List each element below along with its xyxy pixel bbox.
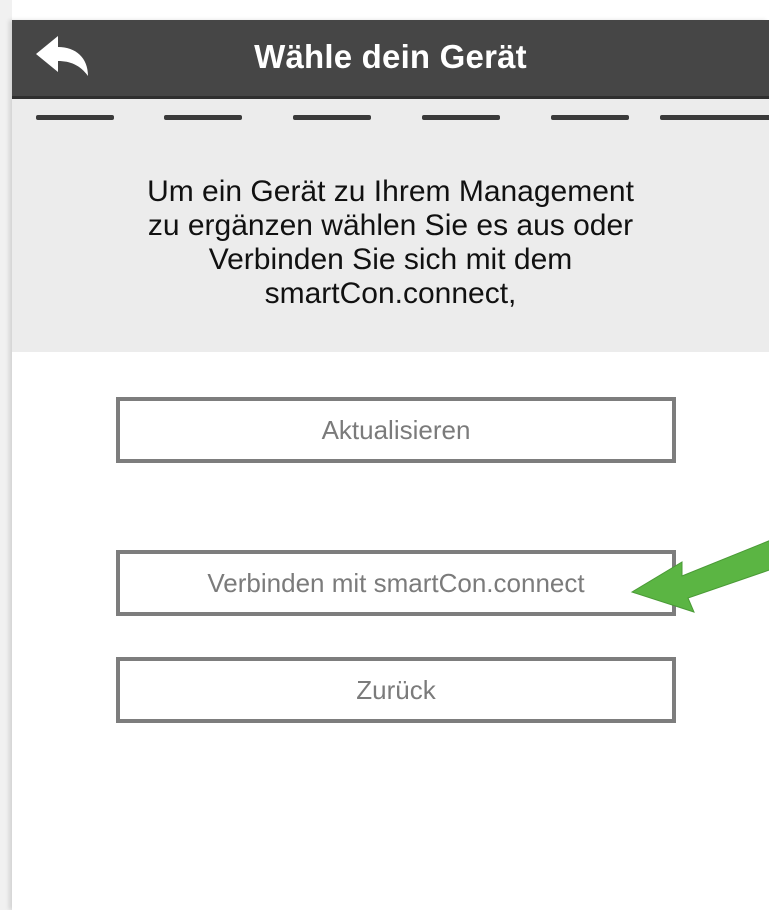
progress-step-5 <box>551 115 629 120</box>
back-text-button[interactable]: Zurück <box>116 657 676 723</box>
page-title: Wähle dein Gerät <box>254 38 527 75</box>
screen: Wähle dein Gerät Um ein Gerät zu Ihrem M… <box>0 0 769 910</box>
instruction-line: smartCon.connect, <box>264 277 517 310</box>
background-edge <box>0 0 12 910</box>
green-pointer-arrow-icon <box>630 540 769 613</box>
progress-step-6 <box>660 115 769 120</box>
title-bar: Wähle dein Gerät <box>12 20 769 99</box>
info-panel: Um ein Gerät zu Ihrem Management zu ergä… <box>12 99 769 352</box>
instruction-line: Verbinden Sie sich mit dem <box>208 243 573 276</box>
instruction-text: Um ein Gerät zu Ihrem Management zu ergä… <box>52 175 729 311</box>
connect-smartcon-button[interactable]: Verbinden mit smartCon.connect <box>116 550 676 616</box>
progress-step-1 <box>36 115 114 120</box>
app-window: Wähle dein Gerät Um ein Gerät zu Ihrem M… <box>12 20 769 910</box>
progress-step-2 <box>164 115 242 120</box>
progress-indicator <box>12 99 769 120</box>
progress-step-4 <box>422 115 500 120</box>
progress-step-3 <box>293 115 371 120</box>
instruction-line: Um ein Gerät zu Ihrem Management <box>147 175 634 208</box>
refresh-button[interactable]: Aktualisieren <box>116 397 676 463</box>
instruction-line: zu ergänzen wählen Sie es aus oder <box>147 209 634 242</box>
